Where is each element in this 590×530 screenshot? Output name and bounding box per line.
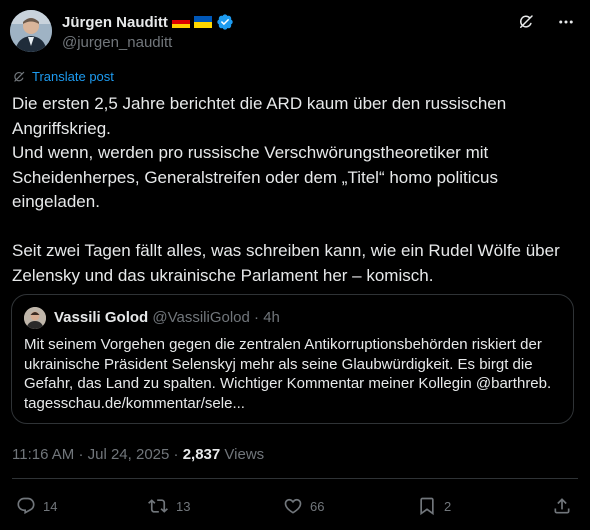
quote-text: Mit seinem Vorgehen gegen die zentralen … [24,335,564,413]
share-icon [554,498,570,514]
translate-icon [14,71,25,82]
views-count: 2,837 [182,446,221,463]
meta-separator: · [78,446,84,463]
reply-button[interactable]: 14 [16,496,57,516]
author-name[interactable]: Jürgen Nauditt [62,14,168,31]
reply-icon [17,497,35,515]
reply-count: 14 [43,498,58,514]
bookmark-button[interactable]: 2 [417,496,451,516]
repost-count: 13 [176,498,191,514]
post-line: Zelensky und das ukrainische Parlament h… [12,265,434,285]
quote-author-handle[interactable]: @VassiliGolod [152,309,250,326]
quote-separator: · [254,309,260,326]
post-line: Angriffskrieg. [12,118,111,138]
post-line: Die ersten 2,5 Jahre berichtet die ARD k… [12,94,507,113]
quote-line: Gefahr, das Land zu spalten. Wichtiger K… [24,375,552,392]
author-name-row[interactable]: Jürgen Nauditt [62,13,234,31]
post-line: Und wenn, werden pro russische Verschwör… [12,143,489,162]
post-meta: 11:16 AM · Jul 24, 2025 · 2,837 Views [12,446,264,463]
author-avatar[interactable] [10,10,52,52]
quote-line: Mit seinem Vorgehen gegen die zentralen … [24,336,542,353]
views-label: Views [224,446,265,463]
meta-separator: · [173,446,179,463]
heart-icon [284,498,302,514]
repost-button[interactable]: 13 [147,496,190,516]
post-date[interactable]: Jul 24, 2025 [88,446,170,463]
divider [12,478,578,479]
top-right-actions [516,12,576,32]
quote-header: Vassili Golod @VassiliGolod · 4h [54,309,280,326]
quoted-post[interactable]: Vassili Golod @VassiliGolod · 4h Mit sei… [11,294,574,424]
ukraine-flag-icon [193,16,212,28]
verified-badge-icon [217,14,233,30]
share-button[interactable] [552,496,572,516]
post-line: Seit zwei Tagen fällt alles, was schreib… [12,241,560,260]
bookmark-icon [420,497,434,516]
quote-time[interactable]: 4h [263,309,280,326]
quote-link[interactable]: tagesschau.de/kommentar/sele... [24,394,564,414]
author-handle[interactable]: @jurgen_nauditt [62,34,172,51]
post-line: ​ [12,215,582,240]
translate-label[interactable]: Translate post [32,69,114,84]
grok-icon[interactable] [516,12,536,32]
like-button[interactable]: 66 [283,496,324,516]
translate-post-link[interactable]: Translate post [12,69,114,84]
like-count: 66 [310,498,325,514]
germany-flag-icon [171,16,190,28]
post-time[interactable]: 11:16 AM [12,446,74,463]
quote-author-name[interactable]: Vassili Golod [54,309,148,326]
bookmark-count: 2 [444,498,452,514]
quote-line: ukrainische Präsident Selenskyj mehr als… [24,355,533,373]
post-line: Scheidenherpes, Generalstreifen oder dem… [12,167,499,187]
post-line: eingeladen. [12,192,100,211]
repost-icon [148,499,168,513]
quote-author-avatar[interactable] [24,307,46,329]
more-icon[interactable] [556,12,576,32]
post-text: Die ersten 2,5 Jahre berichtet die ARD k… [12,92,582,288]
